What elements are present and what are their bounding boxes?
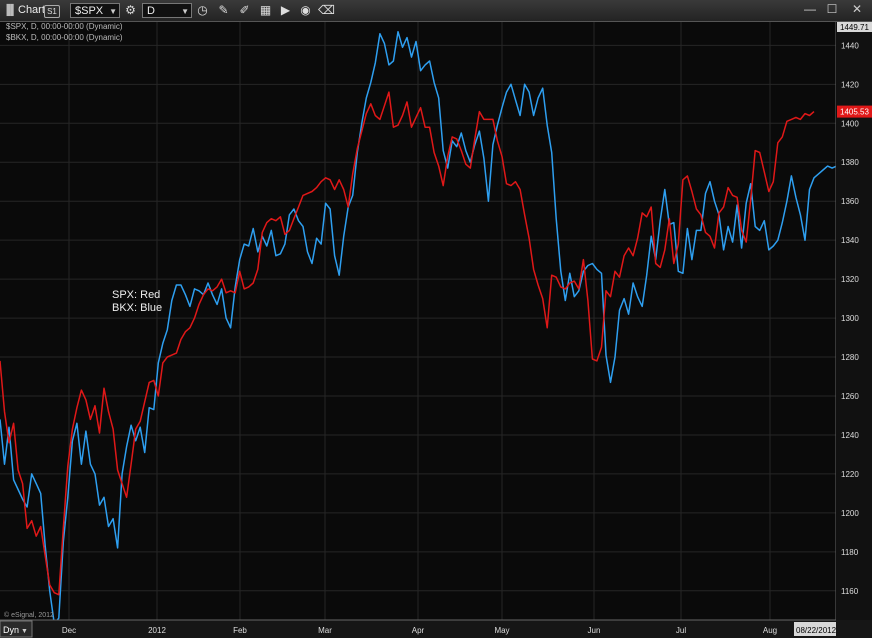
study-label-bkx: $BKX, D, 00:00-00:00 (Dynamic) (6, 33, 123, 42)
y-tick-label: 1320 (841, 275, 859, 284)
x-tick-label: Jul (676, 626, 686, 635)
time-axis[interactable] (0, 620, 872, 638)
clock-icon[interactable]: ◷ (195, 3, 210, 18)
y-tick-label: 1200 (841, 509, 859, 518)
symbol-value: $SPX (75, 5, 104, 17)
price-axis-labels: 1160 1180 1200 1220 1240 1260 1280 1300 1320 1340… (841, 41, 859, 595)
study-label-spx: $SPX, D, 00:00-00:00 (Dynamic) (6, 22, 123, 31)
y-tick-label: 1220 (841, 470, 859, 479)
y-tick-label: 1360 (841, 197, 859, 206)
x-tick-label: Aug (763, 626, 777, 635)
spx-last-price-text: 1405.53 (840, 108, 869, 117)
interval-value: D (147, 5, 155, 17)
play-icon[interactable]: ▶ (278, 3, 293, 18)
watermark: © eSignal, 2012 (4, 611, 54, 619)
chart-toolbar: ▐▌ Chart S1 $SPX ▼ ⚙ D ▼ ◷ ✎ ✐ ▦ ▶ ◉ ⌫ —… (0, 0, 872, 22)
x-tick-label: Feb (233, 626, 247, 635)
dyn-label: Dyn (3, 625, 19, 635)
y-tick-label: 1440 (841, 41, 859, 50)
y-tick-label: 1340 (841, 236, 859, 245)
link-badge[interactable]: S1 (44, 5, 60, 18)
y-tick-label: 1180 (841, 548, 859, 557)
y-tick-label: 1400 (841, 119, 859, 128)
date-box-text: 08/22/2012 (796, 626, 837, 635)
x-tick-label: Dec (62, 626, 76, 635)
x-tick-label: Mar (318, 626, 332, 635)
y-tick-label: 1160 (841, 587, 859, 596)
chevron-down-icon[interactable]: ▼ (181, 4, 189, 19)
axis-top-text: 1449.71 (840, 23, 869, 32)
chart-bars-icon: ▐▌ (3, 5, 18, 16)
y-tick-label: 1300 (841, 314, 859, 323)
x-tick-label: 2012 (148, 626, 166, 635)
x-tick-label: Jun (588, 626, 601, 635)
eraser-icon[interactable]: ⌫ (318, 3, 335, 18)
gear-icon[interactable]: ⚙ (123, 3, 138, 18)
chevron-down-icon[interactable]: ▼ (21, 628, 28, 635)
x-tick-label: Apr (412, 626, 425, 635)
record-icon[interactable]: ◉ (298, 3, 313, 18)
x-tick-label: May (494, 626, 509, 635)
chevron-down-icon[interactable]: ▼ (109, 4, 117, 19)
y-tick-label: 1240 (841, 431, 859, 440)
maximize-icon[interactable]: ☐ (822, 2, 842, 19)
pencil-icon[interactable]: ✎ (216, 3, 231, 18)
gallery-icon[interactable]: ▦ (258, 3, 273, 18)
draw-icon[interactable]: ✐ (237, 3, 252, 18)
interval-input[interactable]: D ▼ (142, 3, 192, 18)
y-tick-label: 1280 (841, 353, 859, 362)
minimize-icon[interactable]: — (800, 2, 820, 19)
legend-spx: SPX: Red (112, 289, 160, 301)
legend-bkx: BKX: Blue (112, 302, 162, 314)
y-tick-label: 1260 (841, 392, 859, 401)
y-tick-label: 1420 (841, 80, 859, 89)
price-chart[interactable]: 1160 1180 1200 1220 1240 1260 1280 1300 1320 1340… (0, 22, 872, 638)
y-tick-label: 1380 (841, 158, 859, 167)
close-icon[interactable]: ✕ (846, 2, 868, 19)
window-title: Chart (18, 4, 45, 16)
symbol-input[interactable]: $SPX ▼ (70, 3, 120, 18)
